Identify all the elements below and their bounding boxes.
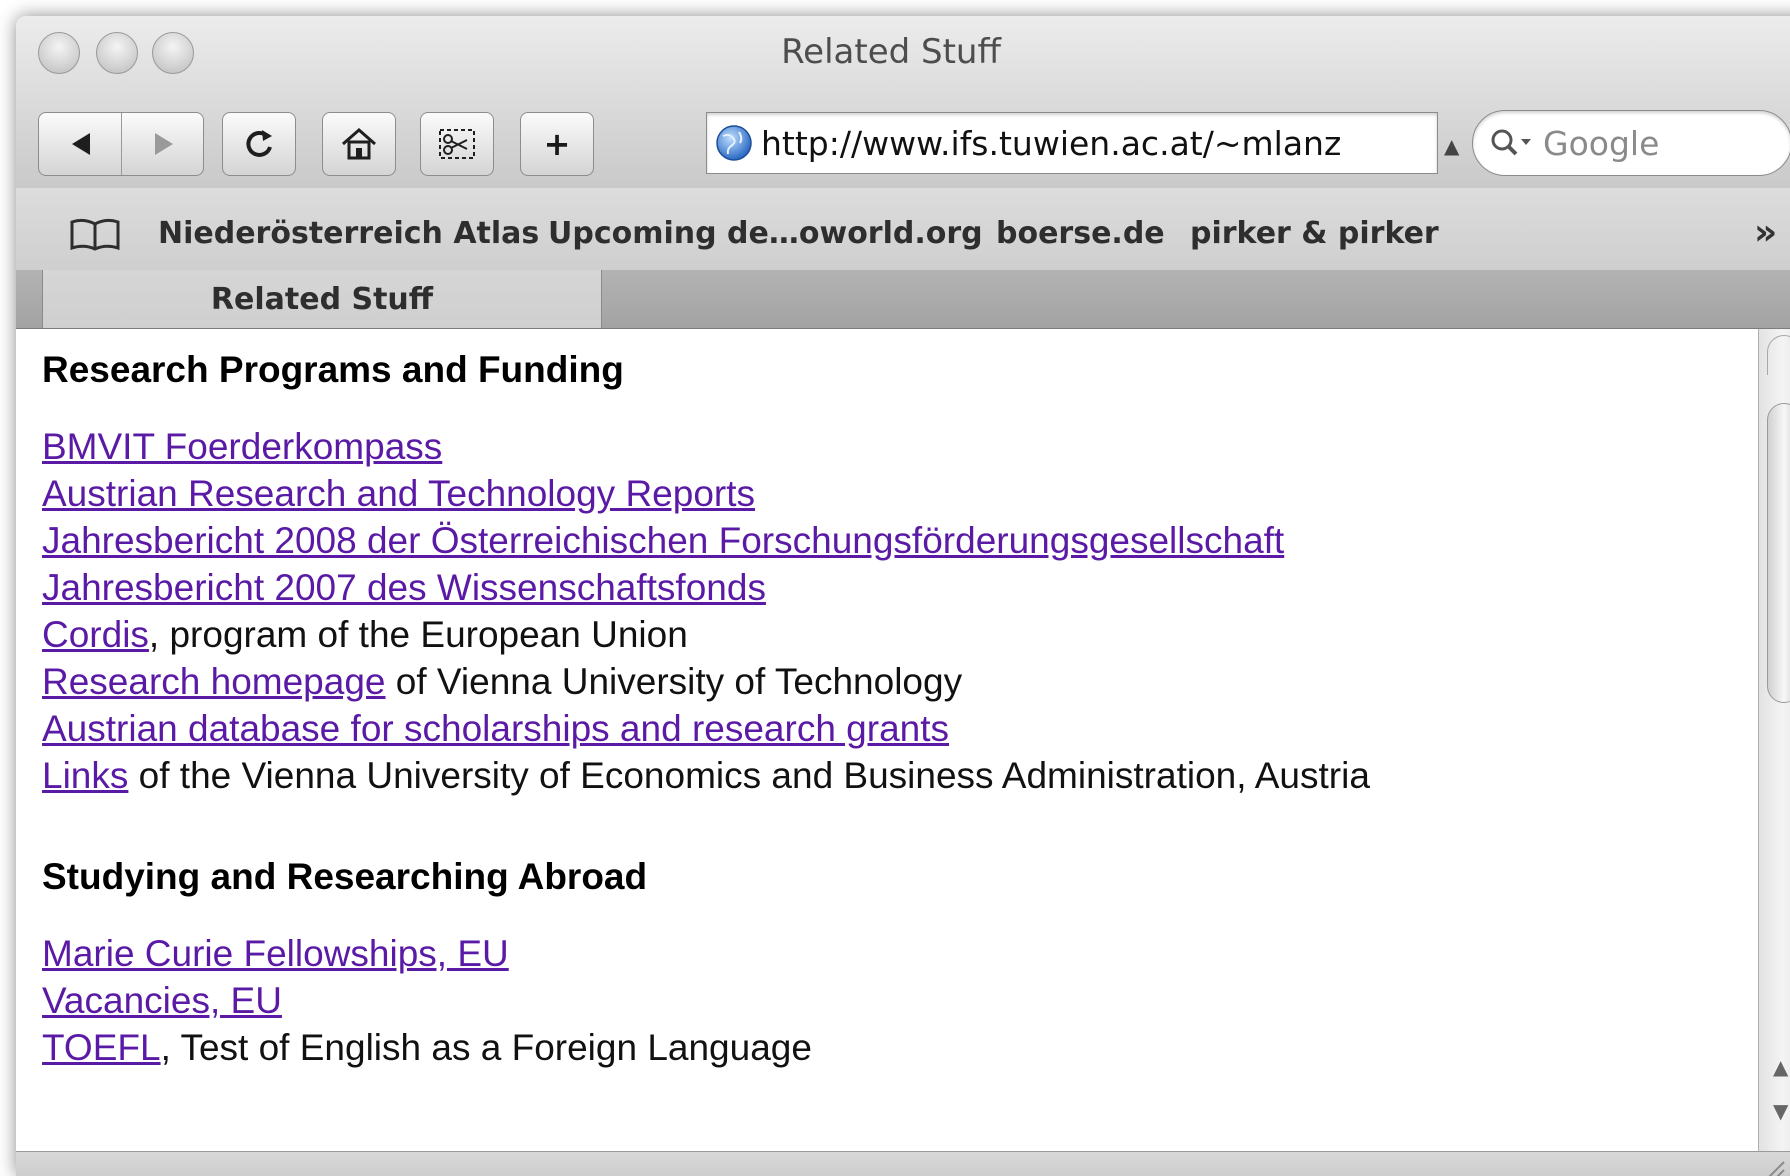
scrollbar-top-cap — [1767, 335, 1790, 375]
scroll-up-arrow-icon[interactable]: ▲ — [1773, 1055, 1788, 1079]
line-text: of Vienna University of Technology — [385, 661, 963, 702]
window-title: Related Stuff — [781, 32, 1001, 72]
list-item: Research homepage of Vienna University o… — [42, 658, 962, 705]
bookmarks-overflow-icon[interactable]: » — [1754, 212, 1777, 253]
scissors-icon — [439, 129, 475, 159]
list-item: Vacancies, EU — [42, 977, 282, 1024]
link-bmvit-foerderkompass[interactable]: BMVIT Foerderkompass — [42, 426, 442, 467]
bookmark-item[interactable]: Niederösterreich Atlas — [158, 216, 539, 251]
section-title-research-funding: Research Programs and Funding — [42, 349, 624, 390]
forward-arrow-icon — [154, 133, 173, 155]
section-title-studying-abroad: Studying and Researching Abroad — [42, 856, 648, 897]
bookmark-item[interactable]: Upcoming de…oworld.org — [548, 216, 983, 251]
bookmark-item[interactable]: pirker & pirker — [1190, 216, 1439, 251]
link-austrian-scholarship-database[interactable]: Austrian database for scholarships and r… — [42, 708, 949, 749]
globe-icon — [716, 125, 752, 161]
search-placeholder: Google — [1543, 123, 1660, 163]
list-item: BMVIT Foerderkompass — [42, 423, 442, 470]
browser-window: Related Stuff + http://www.ifs.tuwien.ac… — [16, 16, 1790, 1176]
list-item: Austrian Research and Technology Reports — [42, 470, 755, 517]
list-item: Austrian database for scholarships and r… — [42, 705, 949, 752]
list-item: TOEFL, Test of English as a Foreign Lang… — [42, 1024, 812, 1071]
address-bar[interactable]: http://www.ifs.tuwien.ac.at/~mlanz — [706, 112, 1438, 174]
reload-icon — [246, 130, 272, 157]
reload-button[interactable] — [222, 112, 296, 176]
line-text: of the Vienna University of Economics an… — [128, 755, 1370, 796]
link-marie-curie[interactable]: Marie Curie Fellowships, EU — [42, 933, 509, 974]
link-jahresbericht-2007[interactable]: Jahresbericht 2007 des Wissenschaftsfond… — [42, 567, 766, 608]
add-bookmark-button[interactable]: + — [520, 112, 594, 176]
url-dropdown-icon[interactable]: ▲ — [1444, 134, 1459, 158]
resize-grip-icon[interactable] — [1756, 1156, 1786, 1176]
link-toefl[interactable]: TOEFL — [42, 1027, 161, 1068]
link-austrian-research-reports[interactable]: Austrian Research and Technology Reports — [42, 473, 755, 514]
home-button[interactable] — [322, 112, 396, 176]
list-item: Links of the Vienna University of Econom… — [42, 752, 1370, 799]
tab-related-stuff[interactable]: Related Stuff — [42, 270, 602, 328]
list-item: Jahresbericht 2008 der Österreichischen … — [42, 517, 1284, 564]
back-forward-control — [38, 112, 204, 176]
list-item: Marie Curie Fellowships, EU — [42, 930, 509, 977]
link-vacancies-eu[interactable]: Vacancies, EU — [42, 980, 282, 1021]
link-jahresbericht-2008[interactable]: Jahresbericht 2008 der Österreichischen … — [42, 520, 1284, 561]
line-text: , Test of English as a Foreign Language — [160, 1027, 812, 1068]
page-content: Research Programs and Funding BMVIT Foer… — [16, 329, 1758, 1151]
bookmarks-book-icon[interactable] — [68, 216, 122, 252]
back-button[interactable] — [39, 113, 122, 175]
list-item: Cordis, program of the European Union — [42, 611, 688, 658]
scroll-down-arrow-icon[interactable]: ▼ — [1773, 1099, 1788, 1123]
home-icon — [342, 128, 376, 160]
vertical-scrollbar[interactable]: ▲ ▼ — [1758, 329, 1790, 1151]
scrollbar-thumb[interactable] — [1767, 403, 1790, 703]
link-cordis[interactable]: Cordis — [42, 614, 149, 655]
link-links[interactable]: Links — [42, 755, 128, 796]
snip-button[interactable] — [420, 112, 494, 176]
search-input[interactable]: Google — [1472, 110, 1790, 176]
forward-button[interactable] — [122, 113, 205, 175]
search-icon — [1489, 127, 1533, 159]
link-research-homepage[interactable]: Research homepage — [42, 661, 386, 702]
line-text: , program of the European Union — [148, 614, 688, 655]
bookmark-item[interactable]: boerse.de — [996, 216, 1165, 251]
list-item: Jahresbericht 2007 des Wissenschaftsfond… — [42, 564, 766, 611]
status-bar — [16, 1151, 1790, 1176]
back-arrow-icon — [71, 133, 90, 155]
url-text: http://www.ifs.tuwien.ac.at/~mlanz — [761, 123, 1342, 163]
tab-label: Related Stuff — [210, 282, 434, 317]
